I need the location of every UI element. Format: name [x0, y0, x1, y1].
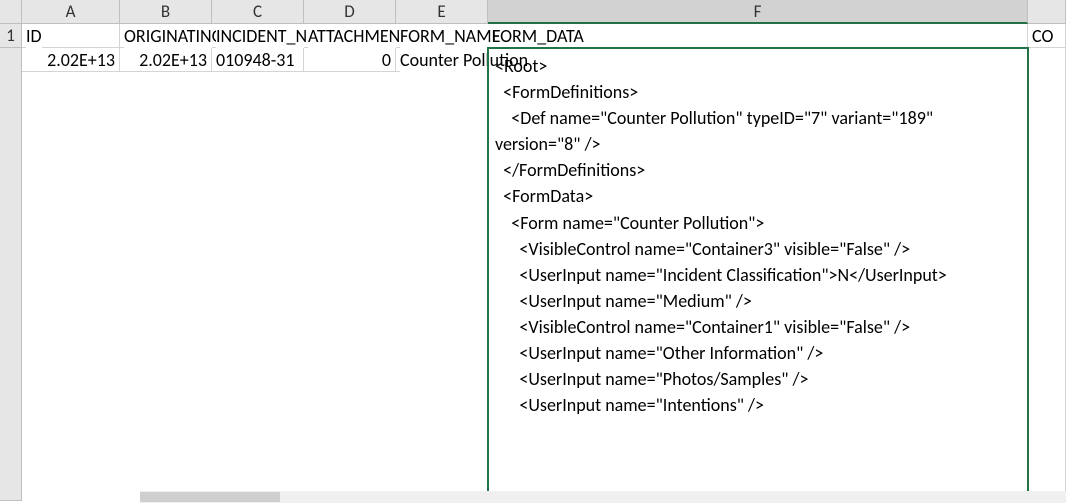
cell-D2[interactable]: 0 — [304, 48, 396, 72]
row-header-1[interactable]: 1 — [0, 24, 22, 48]
column-header-F[interactable]: F — [488, 0, 1028, 24]
column-header-B[interactable]: B — [120, 0, 212, 24]
select-all-corner[interactable] — [0, 0, 22, 24]
cell-E1-text: FORM_NAME — [400, 24, 500, 48]
cell-C1[interactable]: INCIDENT_NUMBER — [212, 24, 304, 48]
spreadsheet-grid[interactable]: A B C D E F 1 ID ORIGINATING_ID INCIDENT… — [0, 0, 1066, 501]
cell-C2[interactable]: 010948-31 — [212, 48, 304, 72]
cell-G1[interactable]: CO — [1028, 24, 1066, 48]
cell-F2-editing[interactable]: <Root> <FormDefinitions> <Def name="Coun… — [487, 47, 1029, 502]
column-header-E[interactable]: E — [396, 0, 488, 24]
row-header-2[interactable] — [0, 48, 22, 501]
cell-A1[interactable]: ID — [22, 24, 120, 48]
cell-B1[interactable]: ORIGINATING_ID — [120, 24, 212, 48]
cell-A1-text: ID — [26, 24, 42, 48]
column-header-D[interactable]: D — [304, 0, 396, 24]
cell-E1[interactable]: FORM_NAME — [396, 24, 488, 48]
cell-A2[interactable]: 2.02E+13 — [22, 48, 120, 72]
column-header-C[interactable]: C — [212, 0, 304, 24]
cell-G2[interactable] — [1028, 48, 1066, 501]
horizontal-scrollbar[interactable] — [140, 491, 1066, 503]
column-header-G-partial[interactable] — [1028, 0, 1066, 24]
cell-E2[interactable]: Counter Pollution — [396, 48, 488, 72]
cell-F1[interactable]: FORM_DATA — [488, 24, 1028, 48]
horizontal-scrollbar-thumb[interactable] — [140, 492, 280, 502]
column-header-A[interactable]: A — [22, 0, 120, 24]
cell-B2[interactable]: 2.02E+13 — [120, 48, 212, 72]
cell-D1[interactable]: ATTACHMENT_ID — [304, 24, 396, 48]
